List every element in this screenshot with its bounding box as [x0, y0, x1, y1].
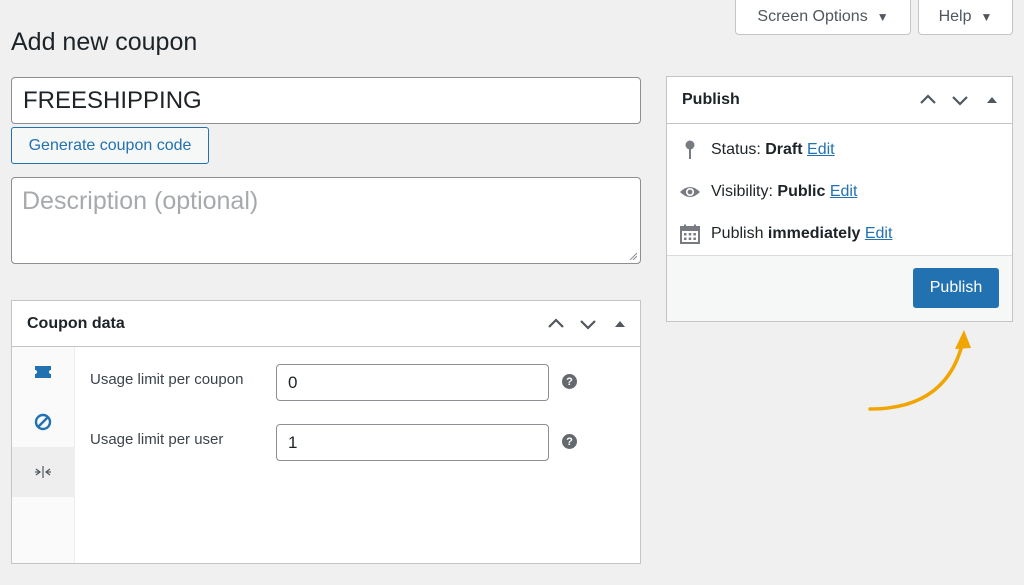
- schedule-row: Publish immediately Edit: [679, 223, 892, 245]
- tab-general[interactable]: [12, 347, 74, 397]
- pin-icon: [679, 139, 701, 161]
- visibility-row: Visibility: Public Edit: [679, 181, 857, 203]
- coupon-code-value: FREESHIPPING: [23, 86, 202, 114]
- usage-limit-per-coupon-input[interactable]: 0: [276, 364, 549, 401]
- ticket-icon: [35, 366, 51, 378]
- coupon-data-tabs: [12, 347, 75, 563]
- annotation-arrow-icon: [868, 330, 971, 411]
- status-row: Status: Draft Edit: [679, 139, 835, 161]
- usage-limit-per-coupon-label: Usage limit per coupon: [90, 371, 244, 388]
- collapse-toggle-icon[interactable]: [982, 90, 1002, 110]
- visibility-value: Public: [777, 183, 826, 200]
- generate-coupon-code-button[interactable]: Generate coupon code: [11, 127, 209, 164]
- screen-options-label: Screen Options: [757, 8, 868, 25]
- description-textarea[interactable]: Description (optional): [11, 177, 641, 264]
- tab-usage-restriction[interactable]: [12, 397, 74, 447]
- page-title: Add new coupon: [11, 28, 198, 56]
- caret-down-icon: ▼: [876, 10, 889, 24]
- help-tip-icon[interactable]: ?: [562, 374, 577, 389]
- status-value: Draft: [765, 141, 803, 158]
- edit-schedule-link[interactable]: Edit: [865, 225, 893, 242]
- help-tip-icon[interactable]: ?: [562, 434, 577, 449]
- caret-down-icon: ▼: [980, 10, 993, 24]
- schedule-value: immediately: [767, 225, 861, 242]
- status-prefix: Status:: [711, 141, 766, 158]
- publish-button[interactable]: Publish: [913, 268, 999, 308]
- usage-limit-per-user-value: 1: [288, 432, 298, 452]
- usage-limits-icon: [35, 466, 51, 478]
- eye-icon: [679, 181, 701, 203]
- description-placeholder: Description (optional): [22, 187, 259, 215]
- move-down-icon[interactable]: [578, 314, 598, 334]
- publish-header: Publish: [667, 77, 1012, 124]
- move-up-icon[interactable]: [918, 90, 938, 110]
- coupon-data-title: Coupon data: [27, 315, 125, 332]
- usage-limit-per-user-input[interactable]: 1: [276, 424, 549, 461]
- edit-status-link[interactable]: Edit: [807, 141, 835, 158]
- coupon-data-header: Coupon data: [12, 301, 640, 347]
- move-up-icon[interactable]: [546, 314, 566, 334]
- publish-title: Publish: [682, 91, 740, 108]
- calendar-icon: [679, 223, 701, 245]
- move-down-icon[interactable]: [950, 90, 970, 110]
- schedule-prefix: Publish: [711, 225, 768, 242]
- publish-actions: Publish: [667, 255, 1012, 321]
- tab-usage-limits[interactable]: [12, 447, 74, 497]
- usage-limit-per-coupon-value: 0: [288, 372, 298, 392]
- edit-visibility-link[interactable]: Edit: [830, 183, 858, 200]
- restriction-icon: [34, 413, 52, 431]
- coupon-code-input[interactable]: FREESHIPPING: [11, 77, 641, 124]
- help-label: Help: [938, 8, 972, 25]
- coupon-data-panel: Coupon data Usage limit per coupon 0 ? U…: [11, 300, 641, 564]
- help-button[interactable]: Help ▼: [918, 0, 1013, 35]
- usage-limit-per-user-label: Usage limit per user: [90, 431, 224, 448]
- collapse-toggle-icon[interactable]: [610, 314, 630, 334]
- publish-panel: Publish Status: Draft Edit Visibility: P…: [666, 76, 1013, 322]
- screen-options-button[interactable]: Screen Options ▼: [735, 0, 911, 35]
- visibility-prefix: Visibility:: [711, 183, 778, 200]
- resize-handle-icon[interactable]: [629, 252, 637, 260]
